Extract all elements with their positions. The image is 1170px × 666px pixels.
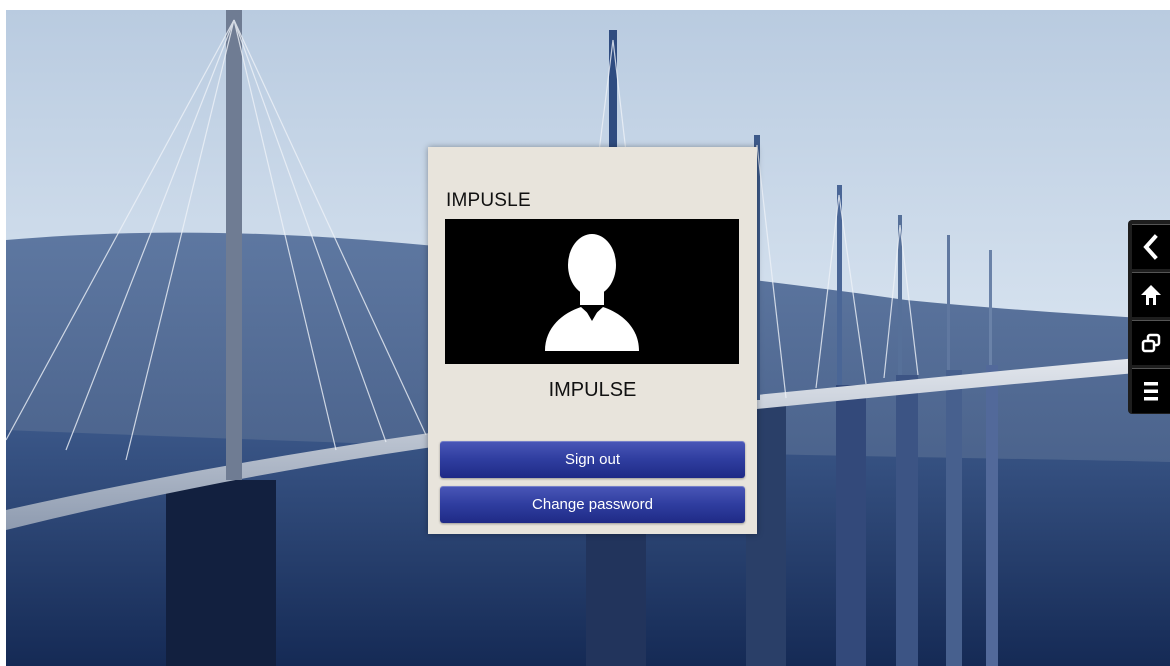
avatar [445, 219, 739, 364]
home-button[interactable] [1132, 272, 1170, 317]
sign-out-button[interactable]: Sign out [440, 441, 745, 478]
user-name: IMPULSE [548, 379, 637, 401]
account-dialog: IMPUSLE IMPULSE Sign out Change password [428, 147, 757, 534]
back-button[interactable] [1132, 224, 1170, 269]
windows-button[interactable] [1132, 320, 1170, 365]
change-password-button[interactable]: Change password [440, 486, 745, 523]
menu-button[interactable] [1132, 368, 1170, 413]
back-icon [1143, 234, 1158, 260]
home-icon [1141, 285, 1161, 305]
screen: IMPUSLE IMPULSE Sign out Change password [0, 0, 1170, 666]
windows-icon [1141, 333, 1161, 353]
side-nav-bar [1128, 220, 1170, 414]
user-silhouette-icon [545, 234, 639, 351]
menu-icon [1144, 382, 1158, 401]
dialog-title: IMPUSLE [446, 190, 531, 211]
